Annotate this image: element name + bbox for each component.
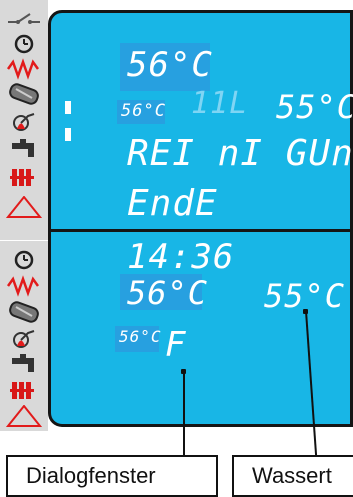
burner-fan-icon xyxy=(4,110,44,132)
ghost-digits: 11L xyxy=(191,86,249,121)
display-panel-top: 56°C 11L 56°C 55°C REI nI GUn EndE xyxy=(48,10,353,232)
leader-line-dialog xyxy=(183,370,185,455)
setpoint-temp-top: 56°C xyxy=(127,45,213,85)
callout-water-temp: Wassert xyxy=(232,455,353,497)
boiler-tank-icon xyxy=(4,301,44,323)
boiler-tank-icon xyxy=(4,83,44,105)
clock-time: 14:36 xyxy=(127,237,235,277)
zigzag-heat-icon xyxy=(4,275,44,297)
actual-temp-top: 55°C xyxy=(276,88,353,126)
message-line-2: EndE xyxy=(127,183,218,224)
tap-icon xyxy=(4,353,44,375)
icon-column-top xyxy=(0,0,48,240)
clock-icon xyxy=(4,249,44,271)
setpoint-temp-bottom: 56°C xyxy=(127,274,209,312)
callout-dialog-label: Dialogfenster xyxy=(26,463,156,488)
callout-dialog-window: Dialogfenster xyxy=(6,455,218,497)
setpoint-temp-small: 56°C xyxy=(121,101,166,121)
status-letter: F xyxy=(165,325,187,365)
zigzag-heat-icon xyxy=(4,58,44,80)
warning-triangle-icon xyxy=(4,196,44,218)
icon-column-bottom xyxy=(0,241,48,431)
status-bar-upper xyxy=(65,101,71,114)
warning-triangle-icon xyxy=(4,405,44,427)
status-bar-lower xyxy=(65,128,71,141)
setpoint-temp-small-bottom: 56°C xyxy=(119,327,162,346)
switch-icon xyxy=(4,8,44,30)
tap-icon xyxy=(4,138,44,160)
clock-icon xyxy=(4,33,44,55)
message-line-1: REI nI GUn xyxy=(127,133,353,174)
radiator-icon xyxy=(4,166,44,188)
burner-fan-icon xyxy=(4,327,44,349)
callout-water-label: Wassert xyxy=(252,463,332,488)
actual-temp-bottom: 55°C xyxy=(264,277,346,315)
radiator-icon xyxy=(4,379,44,401)
